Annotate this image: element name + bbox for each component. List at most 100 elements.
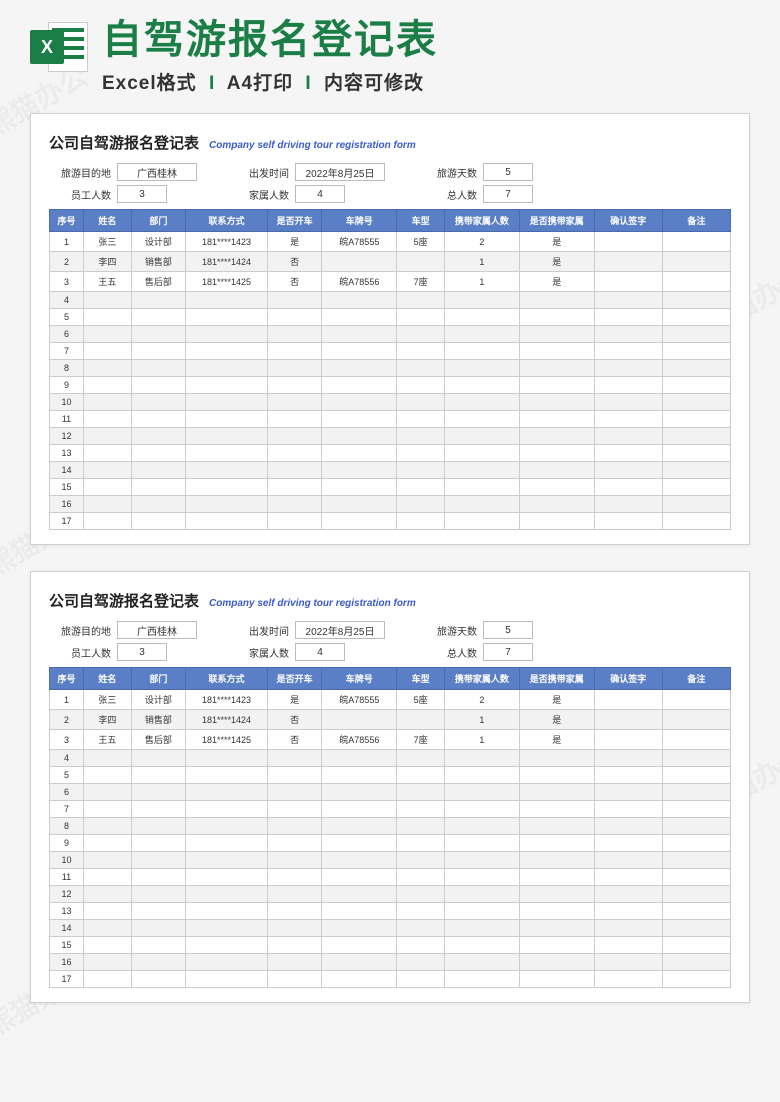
cell-drive — [267, 462, 321, 479]
cell-hasfam — [519, 309, 594, 326]
cell-drive — [267, 411, 321, 428]
cell-note — [662, 920, 730, 937]
table-row: 14 — [50, 920, 731, 937]
cell-phone — [186, 479, 268, 496]
cell-seq: 16 — [50, 496, 84, 513]
cell-plate — [322, 920, 397, 937]
cell-phone: 181****1425 — [186, 730, 268, 750]
cell-name — [84, 954, 132, 971]
cell-name — [84, 818, 132, 835]
cell-hasfam — [519, 784, 594, 801]
cell-drive: 否 — [267, 252, 321, 272]
cell-sign — [594, 252, 662, 272]
cell-hasfam — [519, 343, 594, 360]
cell-note — [662, 730, 730, 750]
excel-icon: X — [30, 18, 88, 76]
cell-phone — [186, 784, 268, 801]
cell-name — [84, 377, 132, 394]
cell-fam — [444, 513, 519, 530]
cell-phone — [186, 818, 268, 835]
col-header: 车牌号 — [322, 668, 397, 690]
cell-fam — [444, 852, 519, 869]
cell-dept — [131, 937, 185, 954]
cell-type: 5座 — [397, 690, 445, 710]
cell-note — [662, 232, 730, 252]
form-preview-1: 公司自驾游报名登记表 Company self driving tour reg… — [30, 113, 750, 545]
cell-name — [84, 937, 132, 954]
cell-drive: 是 — [267, 232, 321, 252]
value-total: 7 — [483, 185, 533, 203]
cell-dept — [131, 411, 185, 428]
table-row: 4 — [50, 750, 731, 767]
separator: I — [305, 73, 311, 94]
label-emp: 员工人数 — [49, 645, 117, 660]
table-row: 15 — [50, 937, 731, 954]
cell-sign — [594, 937, 662, 954]
cell-note — [662, 445, 730, 462]
cell-hasfam — [519, 937, 594, 954]
cell-seq: 7 — [50, 343, 84, 360]
cell-seq: 3 — [50, 730, 84, 750]
cell-drive — [267, 835, 321, 852]
cell-drive: 否 — [267, 710, 321, 730]
cell-sign — [594, 801, 662, 818]
cell-seq: 16 — [50, 954, 84, 971]
cell-type — [397, 954, 445, 971]
page-title: 自驾游报名登记表 — [102, 18, 750, 62]
cell-sign — [594, 767, 662, 784]
cell-drive: 是 — [267, 690, 321, 710]
cell-dept — [131, 954, 185, 971]
cell-sign — [594, 971, 662, 988]
cell-drive — [267, 971, 321, 988]
cell-seq: 1 — [50, 232, 84, 252]
cell-hasfam — [519, 767, 594, 784]
cell-dept — [131, 309, 185, 326]
cell-hasfam: 是 — [519, 252, 594, 272]
cell-phone — [186, 462, 268, 479]
value-fam: 4 — [295, 643, 345, 661]
cell-sign — [594, 903, 662, 920]
table-row: 10 — [50, 852, 731, 869]
cell-fam: 1 — [444, 730, 519, 750]
cell-sign — [594, 428, 662, 445]
cell-fam — [444, 377, 519, 394]
cell-hasfam — [519, 869, 594, 886]
cell-name: 张三 — [84, 690, 132, 710]
cell-plate — [322, 496, 397, 513]
cell-phone — [186, 801, 268, 818]
cell-sign — [594, 343, 662, 360]
cell-sign — [594, 835, 662, 852]
cell-dept — [131, 479, 185, 496]
cell-name — [84, 784, 132, 801]
cell-type — [397, 513, 445, 530]
table-row: 9 — [50, 377, 731, 394]
cell-type — [397, 937, 445, 954]
cell-name — [84, 767, 132, 784]
cell-seq: 6 — [50, 784, 84, 801]
cell-seq: 9 — [50, 377, 84, 394]
cell-note — [662, 343, 730, 360]
cell-drive — [267, 954, 321, 971]
cell-seq: 9 — [50, 835, 84, 852]
cell-plate — [322, 394, 397, 411]
cell-name — [84, 428, 132, 445]
cell-plate: 皖A78555 — [322, 232, 397, 252]
cell-fam: 1 — [444, 710, 519, 730]
sub-a4: A4打印 — [227, 73, 293, 94]
cell-type — [397, 445, 445, 462]
form-title-en: Company self driving tour registration f… — [209, 140, 416, 151]
cell-plate — [322, 852, 397, 869]
cell-plate — [322, 801, 397, 818]
cell-name: 王五 — [84, 272, 132, 292]
label-depart: 出发时间 — [227, 165, 295, 180]
cell-plate — [322, 479, 397, 496]
col-header: 确认签字 — [594, 668, 662, 690]
table-row: 1张三设计部181****1423是皖A785555座2是 — [50, 690, 731, 710]
cell-phone — [186, 343, 268, 360]
cell-dept — [131, 784, 185, 801]
cell-dept — [131, 462, 185, 479]
cell-phone — [186, 513, 268, 530]
cell-name — [84, 852, 132, 869]
cell-plate: 皖A78556 — [322, 272, 397, 292]
sub-excel: Excel格式 — [102, 73, 197, 94]
